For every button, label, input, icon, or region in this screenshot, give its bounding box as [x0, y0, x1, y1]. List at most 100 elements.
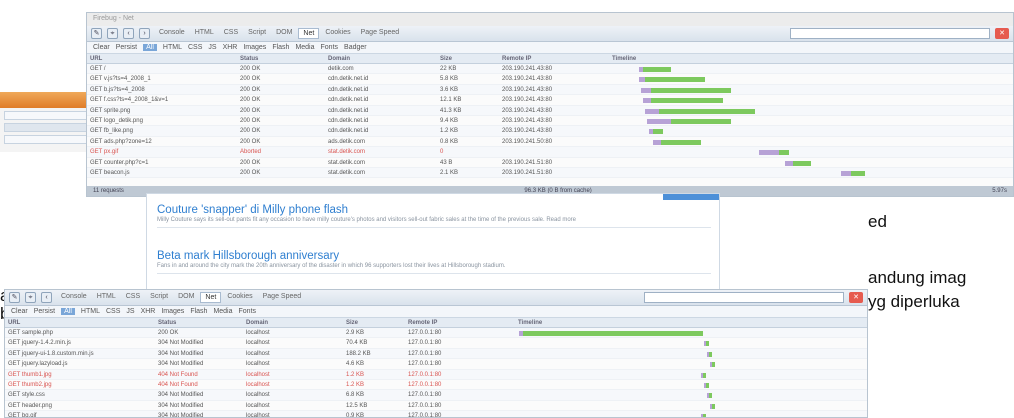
- cell-domain: localhost: [246, 340, 270, 347]
- cell-size: 2.9 KB: [346, 330, 365, 336]
- table-row[interactable]: GET logo_detik.png 200 OK cdn.detik.net.id…: [87, 116, 1013, 127]
- tab-page-speed[interactable]: Page Speed: [259, 292, 306, 303]
- cell-ip: 127.0.0.1:80: [408, 371, 442, 378]
- table-row[interactable]: GET jquery-1.4.2.min.js 304 Not Modified l…: [5, 338, 867, 349]
- inspect-icon[interactable]: ⌖: [107, 28, 118, 39]
- table-row[interactable]: GET style.css 304 Not Modified localhost 6.…: [5, 390, 867, 401]
- tab-page-speed[interactable]: Page Speed: [357, 28, 404, 39]
- story-2-headline[interactable]: Beta mark Hillsborough anniversary: [157, 250, 711, 262]
- table-row[interactable]: GET thumb1.jpg 404 Not Found localhost 1.2 …: [5, 369, 867, 380]
- tab-net[interactable]: Net: [200, 292, 222, 303]
- filter-images[interactable]: Images: [243, 44, 266, 51]
- filter-css[interactable]: CSS: [106, 308, 120, 315]
- column-header-timeline[interactable]: Timeline: [515, 318, 867, 327]
- filter-flash[interactable]: Flash: [190, 308, 207, 315]
- back-icon[interactable]: ‹: [123, 28, 134, 39]
- search-input[interactable]: [644, 292, 844, 303]
- table-row[interactable]: GET sample.php 200 OK localhost 2.9 KB 127.0…: [5, 328, 867, 339]
- filter-persist[interactable]: Persist: [116, 44, 137, 51]
- story-1-headline[interactable]: Couture 'snapper' di Milly phone flash: [157, 204, 711, 216]
- filter-images[interactable]: Images: [161, 308, 184, 315]
- timeline-waiting-segment: [641, 87, 651, 93]
- firebug-icon[interactable]: ✎: [91, 28, 102, 39]
- close-icon[interactable]: ✕: [849, 292, 863, 303]
- filter-clear[interactable]: Clear: [93, 44, 110, 51]
- column-header-domain[interactable]: Domain: [243, 318, 343, 327]
- cell-domain: cdn.detik.net.id: [328, 117, 369, 124]
- tab-console[interactable]: Console: [57, 292, 91, 303]
- text-fragment-andung: andung imag: [868, 268, 967, 287]
- table-row[interactable]: GET sprite.png 200 OK cdn.detik.net.id 41.3…: [87, 105, 1013, 116]
- tab-console[interactable]: Console: [155, 28, 189, 39]
- filter-xhr[interactable]: XHR: [223, 44, 238, 51]
- filter-media[interactable]: Media: [295, 44, 314, 51]
- filter-flash[interactable]: Flash: [272, 44, 289, 51]
- back-icon[interactable]: ‹: [41, 292, 52, 303]
- column-header-size[interactable]: Size: [343, 318, 405, 327]
- table-row[interactable]: GET fb_like.png 200 OK cdn.detik.net.id 1.2…: [87, 126, 1013, 137]
- table-row[interactable]: GET header.png 304 Not Modified localhost 1…: [5, 401, 867, 412]
- filter-js[interactable]: JS: [208, 44, 216, 51]
- cell-status: Aborted: [240, 149, 262, 156]
- cell-ip: 203.190.241.43:80: [502, 66, 553, 72]
- filter-css[interactable]: CSS: [188, 44, 202, 51]
- table-row[interactable]: GET jquery.lazyload.js 304 Not Modified lo…: [5, 359, 867, 370]
- tab-script[interactable]: Script: [244, 28, 270, 39]
- filter-html[interactable]: HTML: [163, 44, 182, 51]
- cell-url: GET sprite.png: [90, 107, 131, 114]
- filter-all[interactable]: All: [61, 308, 75, 315]
- tab-cookies[interactable]: Cookies: [223, 292, 256, 303]
- column-header-status[interactable]: Status: [155, 318, 243, 327]
- cell-url: GET thumb1.jpg: [8, 371, 52, 378]
- table-row[interactable]: GET f.css?ts=4_2008_1&v=1 200 OK cdn.detik…: [87, 95, 1013, 106]
- table-row[interactable]: GET b.js?ts=4_2008 200 OK cdn.detik.net.id…: [87, 84, 1013, 96]
- forward-icon[interactable]: ›: [139, 28, 150, 39]
- tab-net[interactable]: Net: [298, 28, 320, 39]
- table-row[interactable]: GET ads.php?zone=12 200 OK ads.detik.com 0.…: [87, 137, 1013, 148]
- inspect-icon[interactable]: ⌖: [25, 292, 36, 303]
- filter-persist[interactable]: Persist: [34, 308, 55, 315]
- tab-css[interactable]: CSS: [122, 292, 144, 303]
- cell-ip: 127.0.0.1:80: [408, 340, 442, 347]
- tab-html[interactable]: HTML: [191, 28, 218, 39]
- column-header-size[interactable]: Size: [437, 54, 499, 63]
- column-header-domain[interactable]: Domain: [325, 54, 437, 63]
- tab-html[interactable]: HTML: [93, 292, 120, 303]
- tab-cookies[interactable]: Cookies: [321, 28, 354, 39]
- cell-status: 200 OK: [240, 117, 261, 124]
- cell-ip: [499, 147, 609, 156]
- column-header-remote-ip[interactable]: Remote IP: [499, 54, 609, 63]
- filter-media[interactable]: Media: [213, 308, 232, 315]
- status-requests: 11 requests: [93, 188, 124, 194]
- filter-all[interactable]: All: [143, 44, 157, 51]
- table-row[interactable]: GET jquery-ui-1.8.custom.min.js 304 Not M…: [5, 348, 867, 360]
- cell-size: 2.1 KB: [440, 169, 459, 176]
- filter-clear[interactable]: Clear: [11, 308, 28, 315]
- filter-fonts[interactable]: Fonts: [321, 44, 339, 51]
- filter-js[interactable]: JS: [126, 308, 134, 315]
- tab-dom[interactable]: DOM: [272, 28, 296, 39]
- filter-fonts[interactable]: Fonts: [239, 308, 257, 315]
- table-row[interactable]: GET / 200 OK detik.com 22 KB 203.190.241.43:…: [87, 64, 1013, 75]
- column-header-status[interactable]: Status: [237, 54, 325, 63]
- table-row[interactable]: GET bg.gif 304 Not Modified localhost 0.9 K…: [5, 411, 867, 417]
- column-header-timeline[interactable]: Timeline: [609, 54, 1013, 63]
- table-row[interactable]: GET counter.php?c=1 200 OK stat.detik.com 4…: [87, 158, 1013, 168]
- cell-timeline: [515, 328, 867, 337]
- search-input[interactable]: [790, 28, 990, 39]
- column-header-url[interactable]: URL: [87, 54, 237, 63]
- table-row[interactable]: GET px.gif Aborted stat.detik.com 0: [87, 147, 1013, 158]
- table-row[interactable]: GET thumb2.jpg 404 Not Found localhost 1.2 …: [5, 380, 867, 391]
- close-icon[interactable]: ✕: [995, 28, 1009, 39]
- column-header-url[interactable]: URL: [5, 318, 155, 327]
- table-row[interactable]: GET v.js?ts=4_2008_1 200 OK cdn.detik.net.…: [87, 74, 1013, 85]
- column-header-remote-ip[interactable]: Remote IP: [405, 318, 515, 327]
- filter-xhr[interactable]: XHR: [141, 308, 156, 315]
- table-row[interactable]: GET beacon.js 200 OK stat.detik.com 2.1 KB 2…: [87, 167, 1013, 179]
- tab-css[interactable]: CSS: [220, 28, 242, 39]
- firebug-icon[interactable]: ✎: [9, 292, 20, 303]
- tab-dom[interactable]: DOM: [174, 292, 198, 303]
- filter-html[interactable]: HTML: [81, 308, 100, 315]
- tab-script[interactable]: Script: [146, 292, 172, 303]
- filter-badger[interactable]: Badger: [344, 44, 367, 51]
